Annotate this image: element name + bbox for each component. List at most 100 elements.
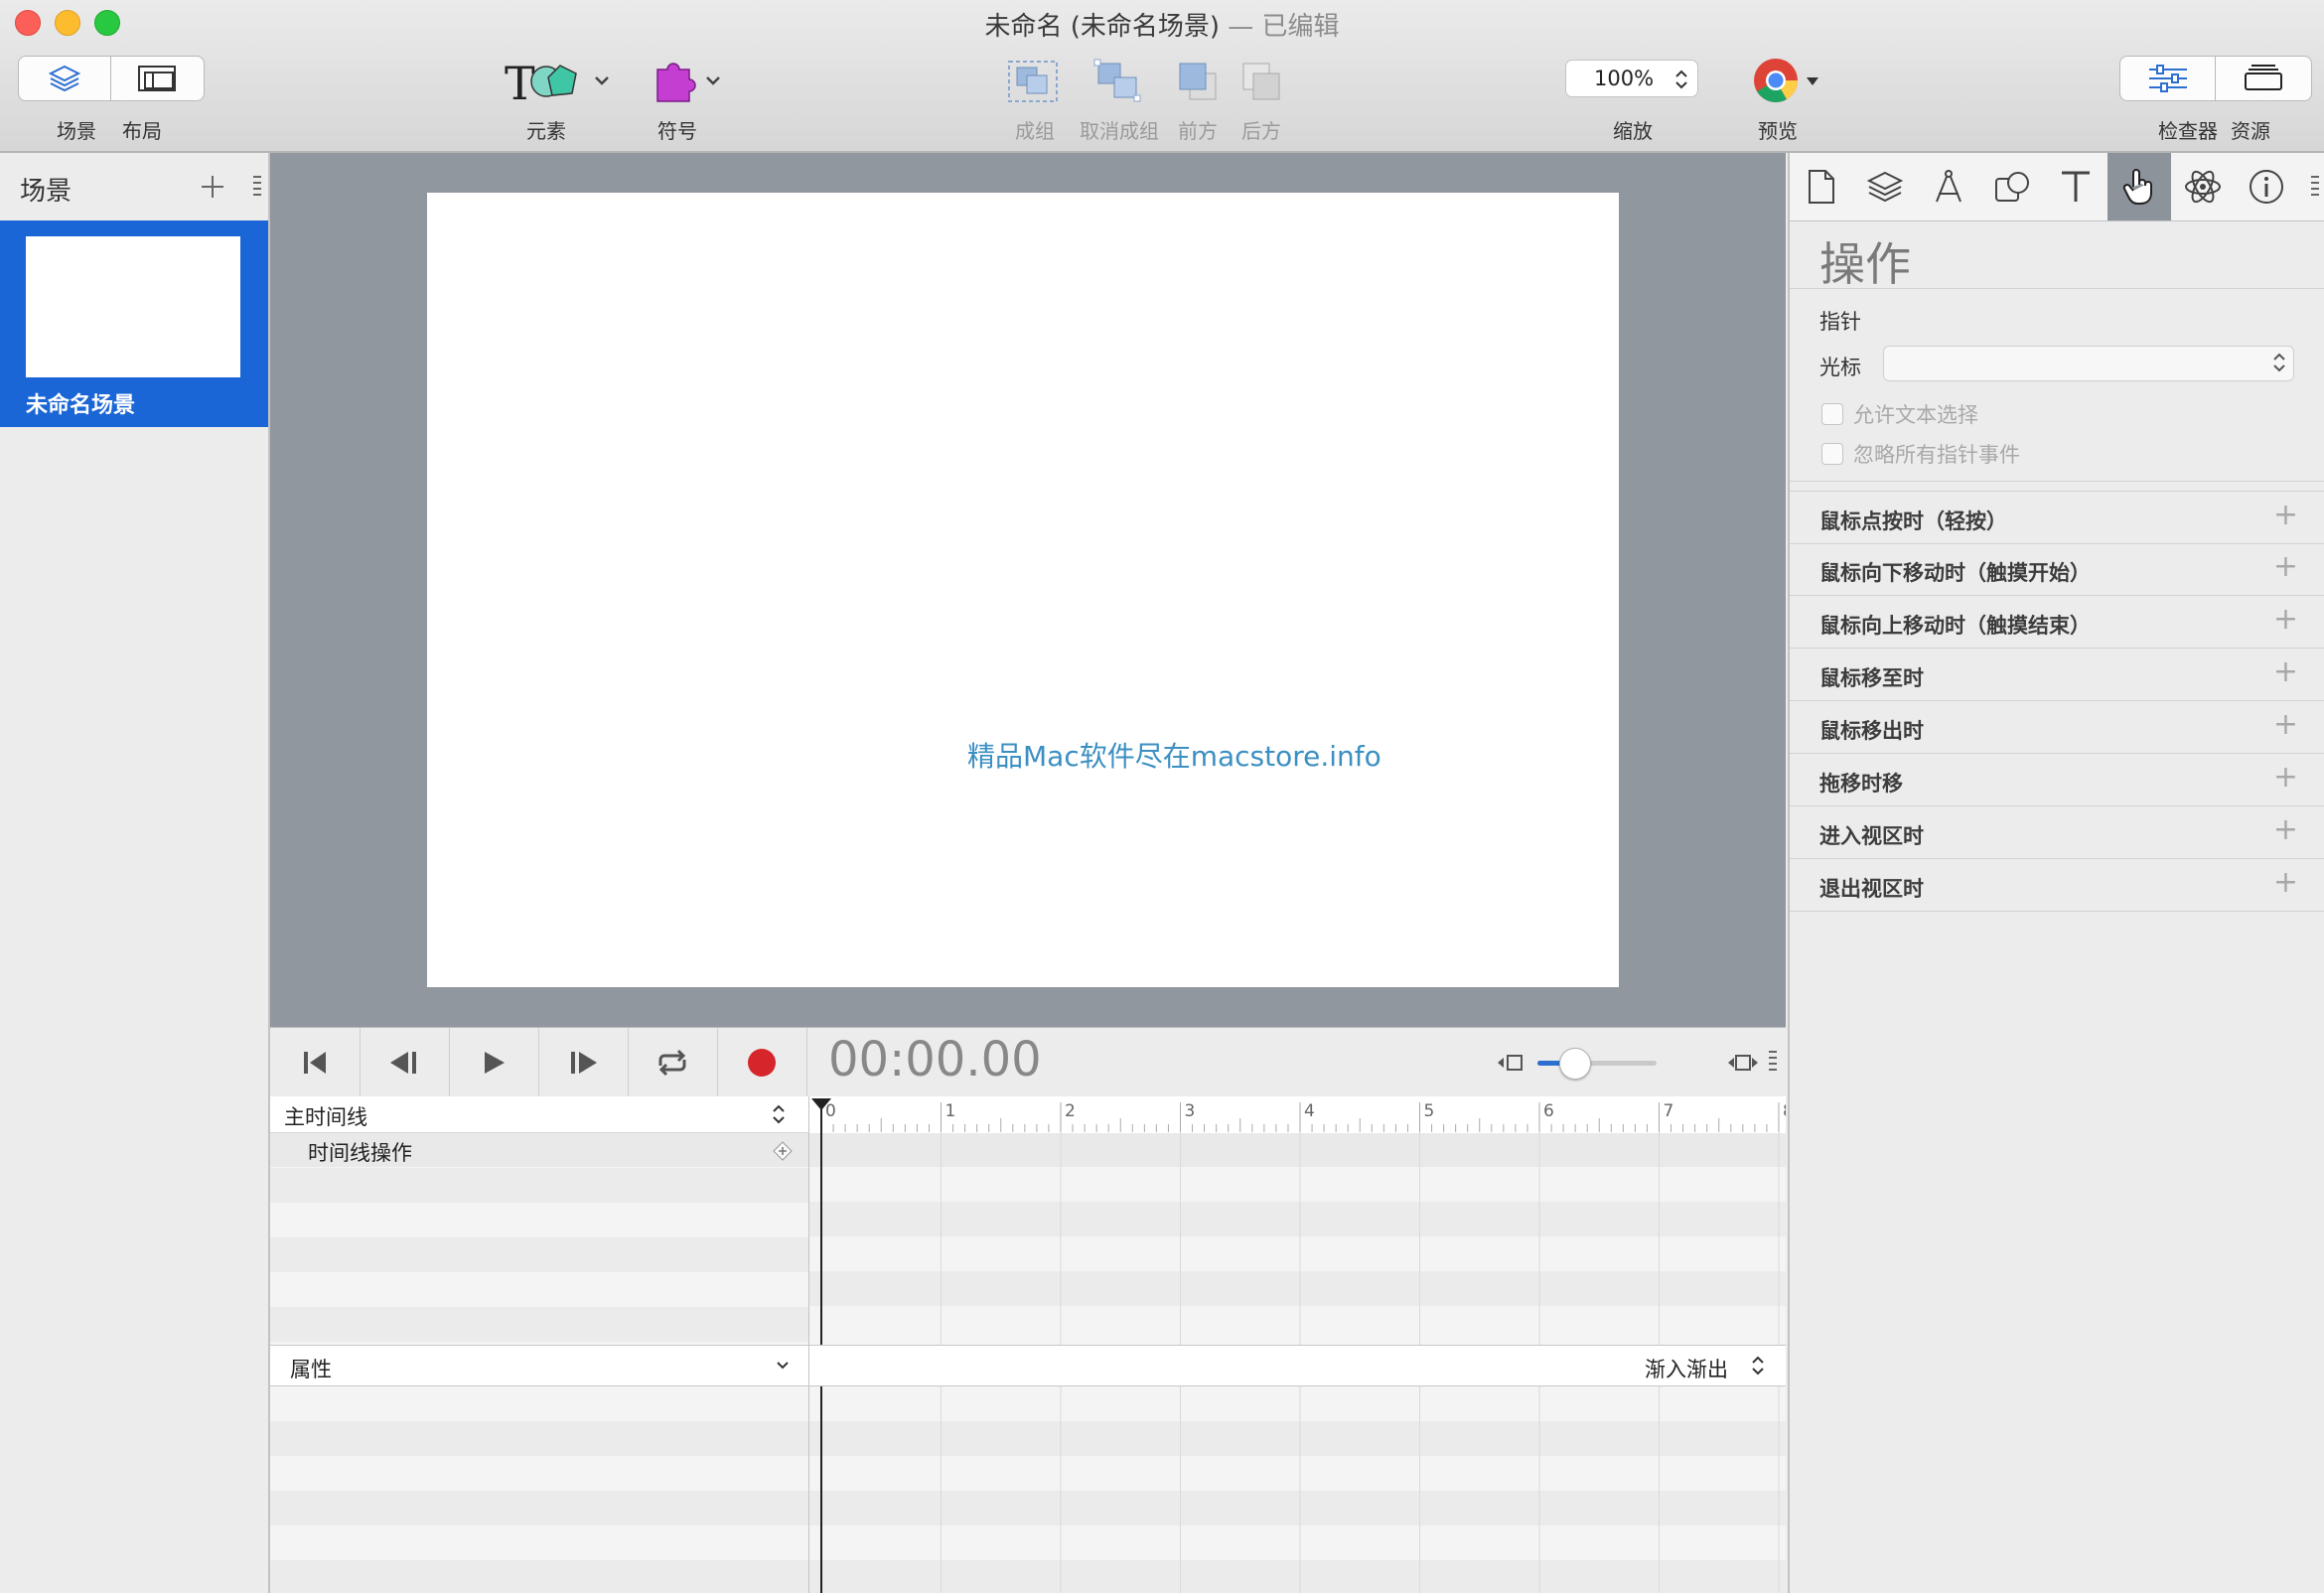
hand-pointer-icon <box>2122 169 2152 205</box>
ruler-tick-label: 6 <box>1543 1101 1554 1121</box>
timeline-selector[interactable]: 主时间线 <box>270 1096 808 1133</box>
send-back-button[interactable] <box>1235 58 1287 105</box>
slider-knob[interactable] <box>1559 1048 1591 1080</box>
inspector-toggle-button[interactable] <box>2120 57 2216 100</box>
event-on-mouse-down[interactable]: 鼠标向下移动时（触摸开始） + <box>1790 543 2324 596</box>
scenes-title: 场景 <box>20 177 73 207</box>
play-icon <box>485 1052 505 1074</box>
add-action-button[interactable]: + <box>2273 549 2298 584</box>
ungroup-button[interactable] <box>1090 58 1146 105</box>
event-label: 鼠标移至时 <box>1819 666 1924 690</box>
add-action-button[interactable]: + <box>2273 707 2298 742</box>
record-button[interactable] <box>717 1028 807 1097</box>
symbols-menu-button[interactable] <box>652 56 727 105</box>
event-label: 进入视区时 <box>1819 824 1924 848</box>
easing-selector[interactable]: 渐入渐出 <box>1645 1346 1774 1385</box>
ruler-tick-label: 2 <box>1065 1101 1076 1121</box>
bring-front-button[interactable] <box>1172 58 1224 105</box>
elements-icon: T <box>505 57 609 105</box>
add-action-button[interactable]: + <box>2273 654 2298 689</box>
properties-dropdown[interactable]: 属性 <box>270 1346 809 1385</box>
panel-grip-icon <box>253 176 261 196</box>
ignore-pointer-events-checkbox[interactable] <box>1821 443 1843 465</box>
loop-icon <box>658 1049 686 1077</box>
layout-icon <box>138 66 176 91</box>
go-to-start-button[interactable] <box>270 1028 361 1097</box>
shape-icon <box>1995 172 2029 202</box>
tab-metrics[interactable] <box>1917 153 1980 220</box>
timecode-display: 00:00.00 <box>828 1032 1042 1087</box>
timeline-zoom-slider[interactable] <box>1537 1061 1657 1066</box>
allow-text-selection-checkbox[interactable] <box>1821 403 1843 425</box>
event-on-mouse-up[interactable]: 鼠标向上移动时（触摸结束） + <box>1790 596 2324 649</box>
ruler-tick-label: 7 <box>1664 1101 1674 1121</box>
tab-actions[interactable] <box>2107 153 2171 220</box>
view-mode-segmented <box>18 56 205 101</box>
event-on-mouse-click[interactable]: 鼠标点按时（轻按） + <box>1790 491 2324 544</box>
chrome-browser-icon <box>1754 59 1818 102</box>
add-action-button[interactable]: + <box>2273 760 2298 795</box>
previous-frame-button[interactable] <box>360 1028 450 1097</box>
scene-name: 未命名场景 <box>26 393 136 418</box>
document-title: 未命名 (未命名场景) <box>984 12 1221 42</box>
timeline-actions-label: 时间线操作 <box>308 1141 412 1165</box>
add-action-button[interactable]: + <box>2273 812 2298 847</box>
info-icon <box>2250 170 2283 204</box>
ungroup-label: 取消成组 <box>1080 119 1159 143</box>
event-on-mouse-over[interactable]: 鼠标移至时 + <box>1790 649 2324 701</box>
scene-view-button[interactable] <box>19 57 111 100</box>
properties-tracks[interactable] <box>809 1386 1786 1593</box>
add-scene-button[interactable] <box>199 173 226 201</box>
timeline-outline: 主时间线 时间线操作 <box>270 1096 809 1345</box>
tray-icon <box>2244 65 2282 90</box>
group-button[interactable] <box>1005 58 1061 105</box>
tab-physics[interactable] <box>2171 153 2235 220</box>
main-timeline-label: 主时间线 <box>284 1105 367 1129</box>
tab-identity[interactable] <box>2235 153 2298 220</box>
zoom-stepper[interactable]: 100% <box>1565 60 1698 97</box>
tab-layers[interactable] <box>1853 153 1917 220</box>
edited-indicator: — 已编辑 <box>1228 12 1340 42</box>
tab-typography[interactable] <box>2044 153 2107 220</box>
loop-button[interactable] <box>628 1028 718 1097</box>
chevron-down-icon <box>777 1362 789 1370</box>
event-on-enter-viewport[interactable]: 进入视区时 + <box>1790 806 2324 859</box>
play-button[interactable] <box>449 1028 539 1097</box>
front-label: 前方 <box>1178 119 1218 143</box>
scene-toolbar-label: 场景 <box>57 119 96 143</box>
event-label: 鼠标向上移动时（触摸结束） <box>1819 614 2091 638</box>
add-action-button[interactable]: + <box>2273 602 2298 637</box>
properties-list <box>270 1386 809 1593</box>
skip-start-icon <box>304 1052 326 1074</box>
timeline-ruler[interactable]: 0 1 2 3 4 5 6 7 8 <box>809 1096 1786 1345</box>
layout-view-button[interactable] <box>111 57 203 100</box>
inspector-panel: 操作 指针 光标 允许文本选择 忽略所有指针事件 鼠标点按时（轻按） + 鼠标向下… <box>1788 153 2324 1593</box>
stepper-arrows-icon <box>1675 70 1687 89</box>
layers-icon <box>48 65 81 92</box>
compass-icon <box>1936 170 1961 203</box>
timeline-tracks[interactable]: 0 1 2 3 4 5 6 7 8 <box>809 1096 1786 1345</box>
resources-toggle-button[interactable] <box>2216 57 2310 100</box>
elements-label: 元素 <box>526 119 566 143</box>
preview-button[interactable] <box>1752 56 1821 105</box>
tab-shape[interactable] <box>1980 153 2044 220</box>
event-on-exit-viewport[interactable]: 退出视区时 + <box>1790 859 2324 912</box>
layout-toolbar-label: 布局 <box>122 119 162 143</box>
timeline-actions-row[interactable]: 时间线操作 <box>270 1133 808 1167</box>
add-action-button[interactable]: + <box>2273 498 2298 532</box>
document-icon <box>1809 170 1834 204</box>
elements-menu-button[interactable]: T <box>503 56 614 105</box>
add-action-button[interactable]: + <box>2273 865 2298 900</box>
ruler-tick-label: 0 <box>825 1101 836 1121</box>
step-forward-icon <box>571 1052 597 1074</box>
event-on-drag[interactable]: 拖移时移 + <box>1790 754 2324 806</box>
record-icon <box>748 1049 776 1077</box>
next-frame-button[interactable] <box>538 1028 629 1097</box>
scene-list-item[interactable]: 未命名场景 <box>0 220 268 427</box>
cursor-select[interactable] <box>1883 346 2294 381</box>
scene-stage[interactable]: 精品Mac软件尽在macstore.info <box>427 193 1619 987</box>
event-on-mouse-out[interactable]: 鼠标移出时 + <box>1790 701 2324 754</box>
ruler-tick-label: 8 <box>1783 1101 1786 1121</box>
tab-document[interactable] <box>1790 153 1853 220</box>
allow-text-selection-label: 允许文本选择 <box>1853 403 1978 427</box>
